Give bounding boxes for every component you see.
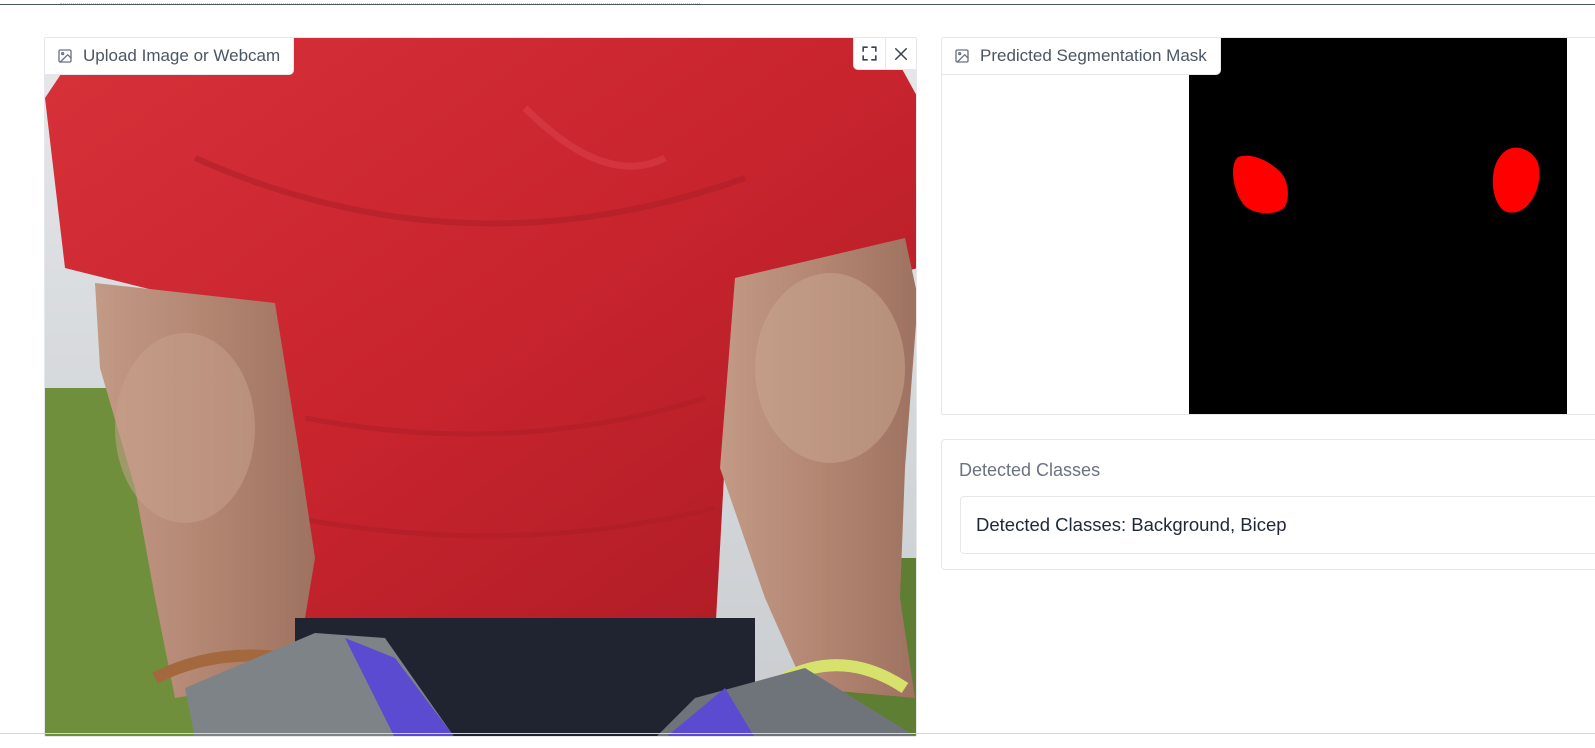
detected-classes-block: Detected Classes Detected Classes: Backg… [941, 439, 1595, 570]
fullscreen-icon [862, 46, 877, 61]
image-controls [853, 38, 916, 70]
top-divider [0, 4, 1595, 5]
close-button[interactable] [885, 38, 916, 69]
output-label: Predicted Segmentation Mask [942, 38, 1221, 75]
input-label: Upload Image or Webcam [45, 38, 295, 75]
segmentation-mask-image [1189, 38, 1567, 414]
input-label-text: Upload Image or Webcam [83, 46, 281, 65]
close-icon [895, 47, 907, 60]
image-icon [58, 49, 72, 63]
detected-classes-output[interactable]: Detected Classes: Background, Bicep [960, 496, 1595, 554]
output-label-text: Predicted Segmentation Mask [980, 46, 1207, 65]
detected-classes-title: Detected Classes [959, 460, 1101, 480]
input-image-panel[interactable]: Upload Image or Webcam [44, 37, 917, 737]
uploaded-photo [45, 38, 916, 736]
fullscreen-button[interactable] [854, 38, 885, 69]
image-icon [955, 49, 969, 63]
output-mask-panel: Predicted Segmentation Mask [941, 37, 1595, 415]
bottom-divider [0, 733, 1595, 734]
